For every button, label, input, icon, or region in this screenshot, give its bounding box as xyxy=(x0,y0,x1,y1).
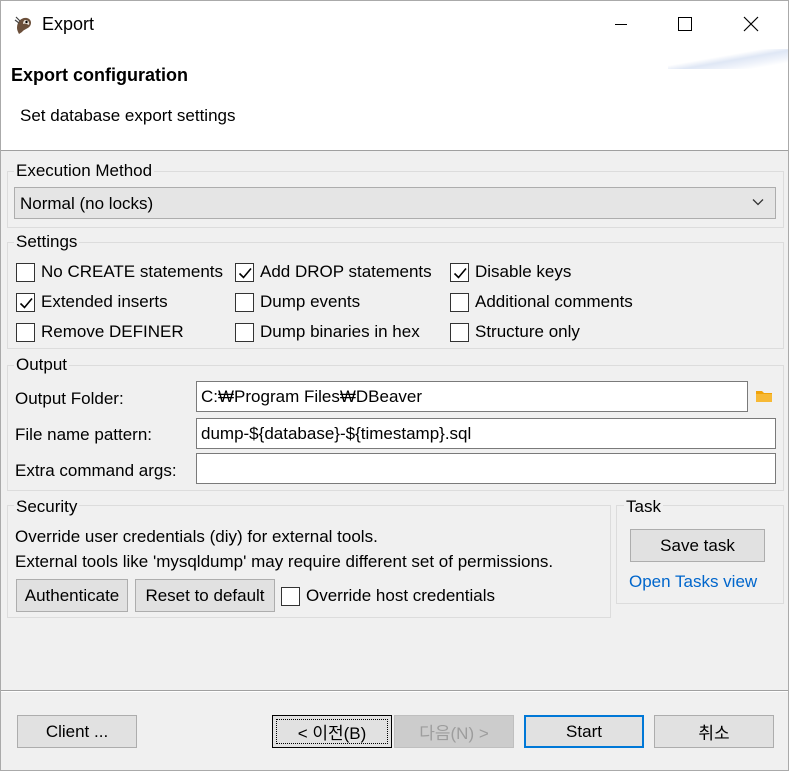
override-host-credentials-checkbox[interactable]: Override host credentials xyxy=(281,584,495,608)
checkbox-box[interactable] xyxy=(16,292,35,312)
no-create-label: No CREATE statements xyxy=(41,262,224,281)
security-line-1: Override user credentials (diy) for exte… xyxy=(15,527,378,546)
next-button[interactable]: 다음(N) > xyxy=(394,715,514,748)
open-tasks-view-link[interactable]: Open Tasks view xyxy=(629,572,757,592)
checkmark-icon xyxy=(453,267,467,279)
dump-binaries-hex-label: Dump binaries in hex xyxy=(260,322,420,341)
file-name-pattern-label: File name pattern: xyxy=(15,425,153,444)
checkbox-box[interactable] xyxy=(16,322,35,342)
dump-events-label: Dump events xyxy=(260,292,361,311)
file-name-pattern-input[interactable]: dump-${database}-${timestamp}.sql xyxy=(196,418,776,449)
reset-to-default-button[interactable]: Reset to default xyxy=(135,579,275,612)
dump-binaries-hex-checkbox[interactable]: Dump binaries in hex xyxy=(235,320,420,344)
dbeaver-app-icon xyxy=(14,16,31,34)
no-create-checkbox[interactable]: No CREATE statements xyxy=(16,260,223,284)
execution-method-label: Execution Method xyxy=(14,161,155,181)
header-banner xyxy=(668,49,788,69)
checkbox-box[interactable] xyxy=(235,322,254,342)
checkbox-box[interactable] xyxy=(450,292,469,312)
add-drop-checkbox[interactable]: Add DROP statements xyxy=(235,260,432,284)
authenticate-button[interactable]: Authenticate xyxy=(16,579,128,612)
additional-comments-label: Additional comments xyxy=(475,292,633,311)
checkbox-box[interactable] xyxy=(450,262,469,282)
checkbox-box[interactable] xyxy=(450,322,469,342)
structure-only-checkbox[interactable]: Structure only xyxy=(450,320,580,344)
page-description: Set database export settings xyxy=(20,106,236,125)
task-label: Task xyxy=(624,497,663,517)
minimize-icon xyxy=(615,24,627,25)
close-button[interactable] xyxy=(719,1,783,47)
execution-method-value: Normal (no locks) xyxy=(20,194,154,213)
additional-comments-checkbox[interactable]: Additional comments xyxy=(450,290,633,314)
output-label: Output xyxy=(14,355,70,375)
checkbox-box[interactable] xyxy=(281,586,300,606)
security-line-2: External tools like 'mysqldump' may requ… xyxy=(15,552,554,571)
cancel-button[interactable]: 취소 xyxy=(654,715,774,748)
add-drop-label: Add DROP statements xyxy=(260,262,432,281)
footer-separator-highlight xyxy=(1,691,788,692)
folder-icon[interactable] xyxy=(755,388,773,404)
checkmark-icon xyxy=(19,297,33,309)
disable-keys-label: Disable keys xyxy=(475,262,572,281)
extra-command-args-input[interactable] xyxy=(196,453,776,484)
output-folder-label: Output Folder: xyxy=(15,389,124,408)
dump-events-checkbox[interactable]: Dump events xyxy=(235,290,360,314)
page-title: Export configuration xyxy=(11,65,188,85)
checkbox-box[interactable] xyxy=(235,262,254,282)
extra-command-args-label: Extra command args: xyxy=(15,461,177,480)
maximize-icon xyxy=(678,17,692,31)
title-bar[interactable]: Export xyxy=(1,1,788,49)
extended-inserts-checkbox[interactable]: Extended inserts xyxy=(16,290,168,314)
remove-definer-label: Remove DEFINER xyxy=(41,322,184,341)
extended-inserts-label: Extended inserts xyxy=(41,292,168,311)
output-folder-input[interactable]: C:₩Program Files₩DBeaver xyxy=(196,381,748,412)
wizard-header: Export configuration Set database export… xyxy=(1,49,788,151)
disable-keys-checkbox[interactable]: Disable keys xyxy=(450,260,571,284)
window-title: Export xyxy=(42,14,95,34)
remove-definer-checkbox[interactable]: Remove DEFINER xyxy=(16,320,184,344)
chevron-down-icon xyxy=(752,199,764,206)
checkbox-box[interactable] xyxy=(235,292,254,312)
back-button[interactable]: < 이전(B) xyxy=(272,715,392,748)
checkbox-box[interactable] xyxy=(16,262,35,282)
minimize-button[interactable] xyxy=(589,1,653,47)
maximize-button[interactable] xyxy=(653,1,717,47)
client-button[interactable]: Client ... xyxy=(17,715,137,748)
start-button[interactable]: Start xyxy=(524,715,644,748)
checkmark-icon xyxy=(238,267,252,279)
override-host-credentials-label: Override host credentials xyxy=(306,586,495,605)
security-label: Security xyxy=(14,497,80,517)
structure-only-label: Structure only xyxy=(475,322,580,341)
export-window: Export Export configuration Set database… xyxy=(0,0,789,771)
settings-label: Settings xyxy=(14,232,80,252)
save-task-button[interactable]: Save task xyxy=(630,529,765,562)
close-icon xyxy=(743,16,759,32)
execution-method-select[interactable]: Normal (no locks) xyxy=(14,187,776,219)
